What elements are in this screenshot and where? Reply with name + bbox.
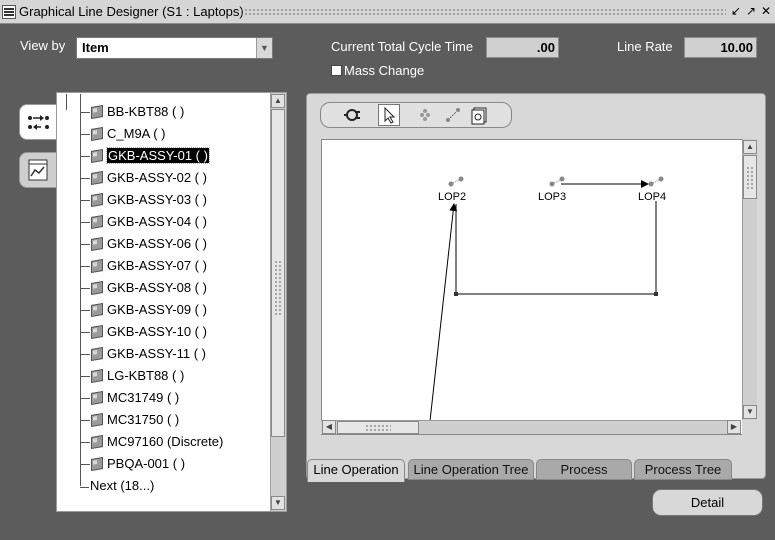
connect-plug-icon[interactable] (341, 104, 363, 126)
item-cube-icon (91, 412, 103, 428)
tree-item[interactable]: GKB-ASSY-06 ( ) (80, 234, 268, 254)
scroll-corner (742, 420, 757, 435)
scroll-down-icon[interactable]: ▼ (271, 496, 285, 510)
line-rate-field[interactable]: 10.00 (684, 37, 757, 58)
cycle-time-field: .00 (486, 37, 559, 58)
tree-item[interactable]: MC31749 ( ) (80, 388, 268, 408)
mass-change-checkbox[interactable] (331, 65, 342, 76)
tree-item[interactable]: C_M9A ( ) (80, 124, 268, 144)
item-cube-icon (91, 170, 103, 186)
tree-item[interactable]: GKB-ASSY-02 ( ) (80, 168, 268, 188)
tab-line-operation[interactable]: Line Operation (307, 459, 405, 482)
title-bar-texture (240, 8, 726, 17)
tree-item[interactable]: BB-KBT88 ( ) (80, 102, 268, 122)
tree-item[interactable]: GKB-ASSY-07 ( ) (80, 256, 268, 276)
canvas-hscroll-thumb[interactable] (337, 421, 419, 434)
item-cube-icon (91, 456, 103, 472)
line-rate-label: Line Rate (617, 39, 673, 54)
graph-node-lop2[interactable]: LOP2 (438, 191, 466, 203)
tab-line-operation-tree[interactable]: Line Operation Tree (408, 459, 534, 480)
node-icon[interactable] (447, 176, 464, 187)
pointer-select-icon[interactable] (378, 104, 400, 126)
app-icon (2, 5, 16, 19)
node-icon[interactable] (647, 176, 664, 187)
item-cube-icon (91, 302, 103, 318)
item-cube-icon (91, 192, 103, 208)
tab-process[interactable]: Process (536, 459, 632, 480)
maximize-icon[interactable]: ↗ (744, 4, 758, 19)
flow-arrows-icon (28, 115, 49, 130)
item-cube-icon (91, 104, 103, 120)
item-cube-icon (91, 324, 103, 340)
minimize-icon[interactable]: ↙ (729, 4, 743, 19)
view-by-value: Item (82, 40, 109, 55)
cycle-time-label: Current Total Cycle Time (331, 39, 474, 54)
item-cube-icon (91, 214, 103, 230)
properties-icon[interactable] (469, 104, 491, 126)
window-title: Graphical Line Designer (S1 : Laptops) (19, 4, 244, 19)
graph-node-lop4[interactable]: LOP4 (638, 191, 666, 203)
chevron-down-icon[interactable]: ▼ (256, 38, 272, 58)
side-tab-chart[interactable] (19, 152, 57, 188)
tree-item[interactable]: GKB-ASSY-04 ( ) (80, 212, 268, 232)
tree-next-link[interactable]: Next (18...) (80, 478, 154, 493)
tree-item[interactable]: LG-KBT88 ( ) (80, 366, 268, 386)
tab-process-tree[interactable]: Process Tree (634, 459, 732, 480)
item-cube-icon (91, 368, 103, 384)
canvas-vscroll-thumb[interactable] (743, 155, 757, 199)
mass-change-label: Mass Change (344, 63, 425, 78)
scroll-left-icon[interactable]: ◀ (322, 420, 336, 434)
node-icon[interactable] (548, 176, 565, 187)
graph-connections (429, 180, 658, 422)
tree-item[interactable]: GKB-ASSY-10 ( ) (80, 322, 268, 342)
title-bar: Graphical Line Designer (S1 : Laptops) ↙… (0, 0, 775, 24)
grip-icon (365, 424, 391, 432)
item-cube-icon (91, 390, 103, 406)
item-cube-icon (91, 434, 103, 450)
graph-node-lop3[interactable]: LOP3 (538, 191, 566, 203)
tree-scroll-thumb[interactable] (271, 109, 285, 437)
graph-chart-icon (28, 159, 48, 181)
tree-item[interactable]: MC31750 ( ) (80, 410, 268, 430)
link-nodes-icon[interactable] (442, 104, 464, 126)
item-cube-icon (91, 148, 103, 164)
side-tab-flow[interactable] (19, 104, 57, 140)
tree-item[interactable]: PBQA-001 ( ) (80, 454, 268, 474)
view-by-label: View by (20, 38, 66, 53)
tree-item[interactable]: GKB-ASSY-03 ( ) (80, 190, 268, 210)
tree-connector (66, 94, 67, 110)
tree-item[interactable]: GKB-ASSY-08 ( ) (80, 278, 268, 298)
item-cube-icon (91, 280, 103, 296)
scroll-up-icon[interactable]: ▲ (271, 94, 285, 108)
scroll-up-icon[interactable]: ▲ (743, 140, 757, 154)
tree-item[interactable]: GKB-ASSY-11 ( ) (80, 344, 268, 364)
item-cube-icon (91, 258, 103, 274)
add-node-icon[interactable] (414, 104, 436, 126)
scroll-down-icon[interactable]: ▼ (743, 405, 757, 419)
item-cube-icon (91, 236, 103, 252)
item-cube-icon (91, 346, 103, 362)
grip-icon (746, 166, 755, 190)
tree-item[interactable]: MC97160 (Discrete) (80, 432, 268, 452)
grip-icon (274, 260, 283, 316)
scroll-right-icon[interactable]: ▶ (727, 420, 741, 434)
view-by-select[interactable]: Item ▼ (76, 37, 273, 59)
close-icon[interactable]: ✕ (759, 4, 773, 19)
detail-button[interactable]: Detail (652, 489, 763, 516)
item-cube-icon (91, 126, 103, 142)
tree-item-selected[interactable]: GKB-ASSY-01 ( ) (80, 146, 268, 166)
tree-item[interactable]: GKB-ASSY-09 ( ) (80, 300, 268, 320)
